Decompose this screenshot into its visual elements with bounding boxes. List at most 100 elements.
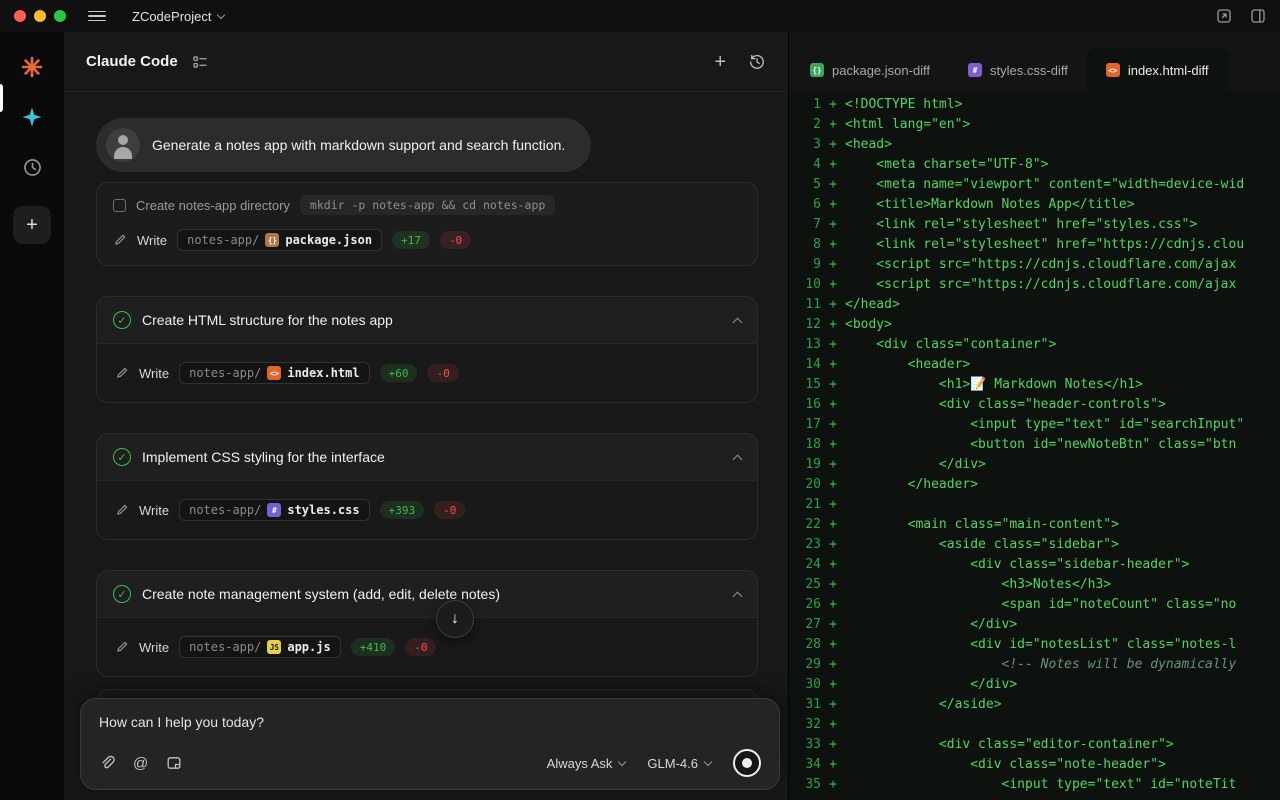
window-controls <box>14 10 66 22</box>
active-rail-indicator <box>0 84 3 112</box>
diff-line: 20+ </header> <box>789 475 1280 495</box>
diff-line: 19+ </div> <box>789 455 1280 475</box>
task-title: Implement CSS styling for the interface <box>142 449 385 465</box>
write-label: Write <box>139 366 169 381</box>
left-rail: + <box>0 32 64 800</box>
diff-line: 27+ </div> <box>789 615 1280 635</box>
lines-added-badge: +393 <box>380 501 425 519</box>
chevron-down-icon <box>618 757 626 765</box>
diff-line: 28+ <div id="notesList" class="notes-l <box>789 635 1280 655</box>
diff-line: 31+ </aside> <box>789 695 1280 715</box>
titlebar: ZCodeProject <box>0 0 1280 32</box>
file-chip-package-json[interactable]: notes-app/ {} package.json <box>177 229 382 251</box>
html-file-icon: <> <box>267 366 281 380</box>
task-card-body: Write notes-app/ <> index.html +60 -0 <box>97 343 757 402</box>
diff-line: 29+ <!-- Notes will be dynamically <box>789 655 1280 675</box>
lines-removed-badge: -0 <box>440 231 471 249</box>
diff-viewer[interactable]: 1+<!DOCTYPE html>2+<html lang="en">3+<he… <box>789 92 1280 800</box>
lines-added-badge: +410 <box>351 638 396 656</box>
write-row: Write notes-app/ {} package.json +17 -0 <box>97 219 757 265</box>
pencil-icon <box>113 233 127 247</box>
close-window-button[interactable] <box>14 10 26 22</box>
diff-line: 3+<head> <box>789 135 1280 155</box>
pencil-icon <box>115 366 129 380</box>
json-file-icon: {} <box>265 233 279 247</box>
panel-toggle-icon[interactable] <box>1250 8 1266 24</box>
permission-mode-dropdown[interactable]: Always Ask <box>547 756 626 771</box>
diff-line: 9+ <script src="https://cdnjs.cloudflare… <box>789 255 1280 275</box>
lines-removed-badge: -0 <box>434 501 465 519</box>
chat-panel: Claude Code + Generate a notes app with … <box>64 32 788 800</box>
diff-line: 18+ <button id="newNoteBtn" class="btn <box>789 435 1280 455</box>
new-chat-button[interactable]: + <box>714 52 726 72</box>
diff-line: 1+<!DOCTYPE html> <box>789 95 1280 115</box>
chat-scroll-area[interactable]: Generate a notes app with markdown suppo… <box>64 92 788 800</box>
chevron-down-icon <box>704 757 712 765</box>
scroll-to-bottom-button[interactable]: ↓ <box>436 600 474 638</box>
write-row: Write notes-app/ <> index.html +60 -0 <box>109 352 745 394</box>
tool-row: Create notes-app directory mkdir -p note… <box>97 183 757 219</box>
model-label: GLM-4.6 <box>647 756 698 771</box>
diff-line: 35+ <input type="text" id="noteTit <box>789 775 1280 795</box>
mention-icon[interactable]: @ <box>133 755 148 772</box>
css-file-icon: # <box>267 503 281 517</box>
diff-line: 22+ <main class="main-content"> <box>789 515 1280 535</box>
task-card-header[interactable]: ✓ Create note management system (add, ed… <box>97 571 757 617</box>
tab-index-html-diff[interactable]: <> index.html-diff <box>1087 48 1228 92</box>
diff-line: 6+ <title>Markdown Notes App</title> <box>789 195 1280 215</box>
diff-line: 5+ <meta name="viewport" content="width=… <box>789 175 1280 195</box>
task-card-header[interactable]: ✓ Implement CSS styling for the interfac… <box>97 434 757 480</box>
tab-label: package.json-diff <box>832 63 930 78</box>
lines-added-badge: +17 <box>392 231 430 249</box>
diff-line: 15+ <h1>📝 Markdown Notes</h1> <box>789 375 1280 395</box>
voice-record-button[interactable] <box>733 749 761 777</box>
task-list-icon[interactable] <box>192 54 208 70</box>
task-checkbox-icon <box>113 199 126 212</box>
tab-package-json-diff[interactable]: {} package.json-diff <box>791 48 949 92</box>
task-card-header[interactable]: ✓ Create HTML structure for the notes ap… <box>97 297 757 343</box>
command-chip: mkdir -p notes-app && cd notes-app <box>300 195 555 215</box>
diff-line: 13+ <div class="container"> <box>789 335 1280 355</box>
preview-window-icon[interactable] <box>1216 8 1232 24</box>
write-label: Write <box>139 503 169 518</box>
claude-logo-icon[interactable] <box>13 48 51 86</box>
chat-history-icon[interactable] <box>748 53 766 71</box>
task-card: ✓ Create HTML structure for the notes ap… <box>96 296 758 403</box>
sticker-icon[interactable] <box>166 755 182 771</box>
file-chip-index-html[interactable]: notes-app/ <> index.html <box>179 362 370 384</box>
zoom-window-button[interactable] <box>54 10 66 22</box>
project-name: ZCodeProject <box>132 9 211 24</box>
task-title: Create note management system (add, edit… <box>142 586 500 602</box>
minimize-window-button[interactable] <box>34 10 46 22</box>
file-chip-app-js[interactable]: notes-app/ JS app.js <box>179 636 341 658</box>
message-input[interactable]: How can I help you today? <box>99 714 761 730</box>
tab-styles-css-diff[interactable]: # styles.css-diff <box>949 48 1087 92</box>
write-row: Write notes-app/ # styles.css +393 -0 <box>109 489 745 531</box>
sparkle-icon[interactable] <box>13 98 51 136</box>
composer: How can I help you today? @ Always Ask G… <box>80 698 780 790</box>
tab-label: styles.css-diff <box>990 63 1068 78</box>
hamburger-menu-icon[interactable] <box>88 11 106 22</box>
tool-label: Create notes-app directory <box>136 198 290 213</box>
diff-line: 23+ <aside class="sidebar"> <box>789 535 1280 555</box>
diff-line: 21+ <box>789 495 1280 515</box>
diff-panel: {} package.json-diff # styles.css-diff <… <box>788 32 1280 800</box>
down-arrow-icon: ↓ <box>451 610 459 628</box>
diff-line: 25+ <h3>Notes</h3> <box>789 575 1280 595</box>
attach-file-icon[interactable] <box>99 755 115 771</box>
diff-line: 33+ <div class="editor-container"> <box>789 735 1280 755</box>
pencil-icon <box>115 503 129 517</box>
diff-line: 10+ <script src="https://cdnjs.cloudflar… <box>789 275 1280 295</box>
lines-removed-badge: -0 <box>405 638 436 656</box>
task-card: Create notes-app directory mkdir -p note… <box>96 182 758 266</box>
file-chip-styles-css[interactable]: notes-app/ # styles.css <box>179 499 370 521</box>
history-icon[interactable] <box>13 148 51 186</box>
user-message-text: Generate a notes app with markdown suppo… <box>152 137 565 153</box>
task-card-body: Write notes-app/ JS app.js +410 -0 <box>97 617 757 676</box>
diff-line: 24+ <div class="sidebar-header"> <box>789 555 1280 575</box>
project-switcher[interactable]: ZCodeProject <box>132 9 224 24</box>
check-icon: ✓ <box>113 448 131 466</box>
model-dropdown[interactable]: GLM-4.6 <box>647 756 711 771</box>
diff-line: 2+<html lang="en"> <box>789 115 1280 135</box>
new-session-button[interactable]: + <box>13 206 51 244</box>
